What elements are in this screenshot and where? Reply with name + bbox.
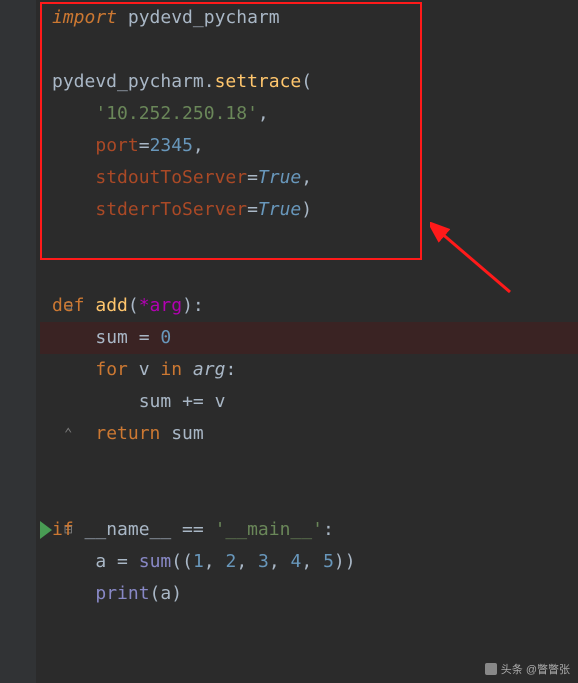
code-line[interactable] [40, 482, 578, 514]
watermark: 头条 @瞥瞥张 [485, 661, 570, 677]
code-line[interactable]: if __name__ == '__main__': [40, 514, 578, 546]
code-line[interactable] [40, 34, 578, 66]
code-line[interactable] [40, 226, 578, 258]
code-line[interactable]: def add(*arg): [40, 290, 578, 322]
code-line[interactable]: a = sum((1, 2, 3, 4, 5)) [40, 546, 578, 578]
code-line[interactable]: sum = 0 [40, 322, 578, 354]
code-area[interactable]: import pydevd_pycharm pydevd_pycharm.set… [36, 2, 578, 610]
code-line[interactable] [40, 450, 578, 482]
watermark-icon [485, 663, 497, 675]
code-editor[interactable]: import pydevd_pycharm pydevd_pycharm.set… [0, 0, 578, 683]
code-line[interactable]: stderrToServer=True) [40, 194, 578, 226]
code-line[interactable]: print(a) [40, 578, 578, 610]
code-line[interactable]: port=2345, [40, 130, 578, 162]
code-line[interactable]: import pydevd_pycharm [40, 2, 578, 34]
code-line[interactable]: sum += v [40, 386, 578, 418]
gutter [0, 0, 36, 683]
code-line[interactable] [40, 258, 578, 290]
code-line[interactable]: pydevd_pycharm.settrace( [40, 66, 578, 98]
code-line[interactable]: for v in arg: [40, 354, 578, 386]
code-line[interactable]: '10.252.250.18', [40, 98, 578, 130]
code-line[interactable]: stdoutToServer=True, [40, 162, 578, 194]
code-line[interactable]: return sum [40, 418, 578, 450]
